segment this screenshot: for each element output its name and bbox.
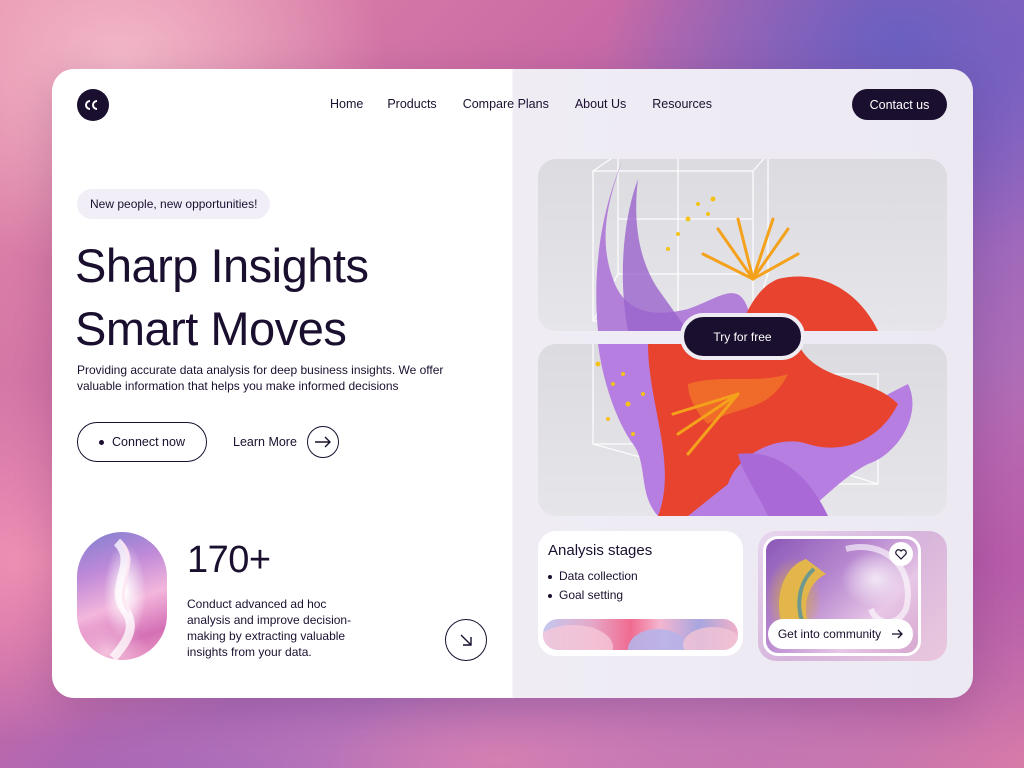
main-nav: Home Products Compare Plans About Us Res… — [330, 97, 712, 111]
arrow-right-icon — [892, 629, 904, 639]
hero-description: Providing accurate data analysis for dee… — [77, 363, 444, 393]
nav-home[interactable]: Home — [330, 97, 363, 111]
tagline-pill: New people, new opportunities! — [77, 189, 271, 219]
page-title: Sharp Insights Smart Moves — [75, 234, 475, 360]
hero-card: Home Products Compare Plans About Us Res… — [52, 69, 973, 698]
analysis-stages-list: Data collection Goal setting — [548, 567, 638, 605]
analysis-stages-card: Analysis stages Data collection Goal set… — [538, 531, 743, 656]
nav-compare-plans[interactable]: Compare Plans — [463, 97, 549, 111]
connect-now-label: Connect now — [112, 435, 185, 449]
analysis-stages-title: Analysis stages — [548, 542, 653, 559]
favorite-button[interactable] — [889, 542, 913, 566]
showcase-image-bottom — [538, 344, 947, 516]
arrow-down-right-icon — [460, 634, 472, 646]
stage-label: Data collection — [559, 569, 638, 583]
dot-icon — [99, 439, 105, 445]
bullet-icon — [548, 574, 552, 579]
arrow-right-icon — [306, 426, 339, 458]
learn-more-link[interactable]: Learn More — [233, 426, 339, 458]
heart-icon — [895, 548, 907, 560]
contact-button[interactable]: Contact us — [852, 89, 947, 120]
learn-more-label: Learn More — [233, 435, 297, 449]
nav-about-us[interactable]: About Us — [575, 97, 626, 111]
abstract-wave-image — [77, 532, 167, 660]
showcase-image-top — [538, 159, 947, 331]
stat-description: Conduct advanced ad hoc analysis and imp… — [187, 597, 352, 659]
nav-products[interactable]: Products — [387, 97, 436, 111]
logo[interactable] — [77, 89, 109, 121]
headline-line-1: Sharp Insights — [75, 239, 369, 292]
stages-abstract-image — [543, 619, 738, 650]
cc-logo-icon — [85, 100, 98, 110]
stat-arrow-button[interactable] — [445, 619, 487, 661]
headline-line-2: Smart Moves — [75, 302, 347, 355]
try-for-free-button[interactable]: Try for free — [680, 313, 805, 360]
connect-now-button[interactable]: Connect now — [77, 422, 207, 462]
stage-label: Goal setting — [559, 588, 624, 602]
nav-resources[interactable]: Resources — [652, 97, 712, 111]
get-into-community-button[interactable]: Get into community — [768, 619, 913, 649]
stat-value: 170+ — [187, 539, 271, 581]
community-label: Get into community — [777, 627, 882, 641]
list-item: Goal setting — [548, 586, 638, 605]
list-item: Data collection — [548, 567, 638, 586]
bullet-icon — [548, 593, 552, 598]
